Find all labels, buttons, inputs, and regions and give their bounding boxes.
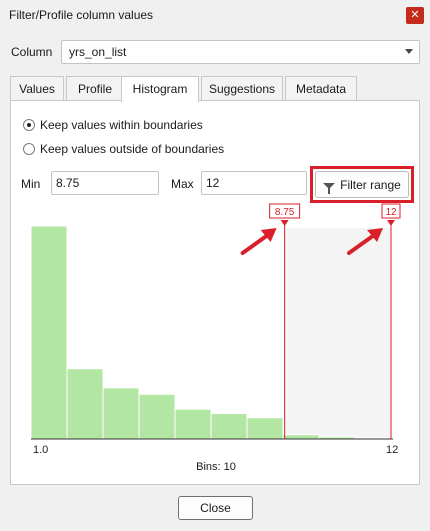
histogram-bar	[210, 412, 248, 440]
column-label: Column	[11, 45, 53, 59]
tab-histogram[interactable]: Histogram	[121, 76, 199, 102]
close-button[interactable]: Close	[178, 496, 253, 520]
histogram-bar	[138, 393, 176, 440]
chevron-down-icon	[405, 49, 413, 54]
histogram-chart[interactable]: 8.75 12 1.0 12	[11, 101, 421, 486]
bins-label: Bins: 10	[196, 461, 236, 473]
histogram-bar	[30, 225, 68, 440]
tab-suggestions[interactable]: Suggestions	[201, 76, 283, 101]
min-marker-handle[interactable]	[280, 220, 289, 226]
axis-min-label: 1.0	[33, 444, 48, 456]
max-marker-label: 12	[385, 207, 397, 218]
column-dropdown[interactable]: yrs_on_list	[61, 40, 420, 64]
column-dropdown-value: yrs_on_list	[69, 45, 127, 59]
tab-metadata[interactable]: Metadata	[285, 76, 357, 101]
histogram-bar	[66, 368, 104, 440]
tab-profile[interactable]: Profile	[66, 76, 124, 101]
histogram-bar	[174, 408, 212, 440]
title-bar: Filter/Profile column values ✕	[0, 0, 430, 30]
histogram-bar	[246, 417, 284, 440]
selected-range-area	[284, 228, 391, 439]
tab-values[interactable]: Values	[10, 76, 64, 101]
window-title: Filter/Profile column values	[9, 8, 154, 22]
histogram-bar	[282, 434, 320, 440]
histogram-panel: Keep values within boundaries Keep value…	[10, 100, 420, 485]
window-close-icon[interactable]: ✕	[406, 7, 424, 24]
histogram-bar	[102, 387, 140, 440]
max-marker-handle[interactable]	[387, 220, 395, 226]
min-marker-label: 8.75	[275, 207, 295, 218]
axis-max-label: 12	[386, 444, 398, 456]
